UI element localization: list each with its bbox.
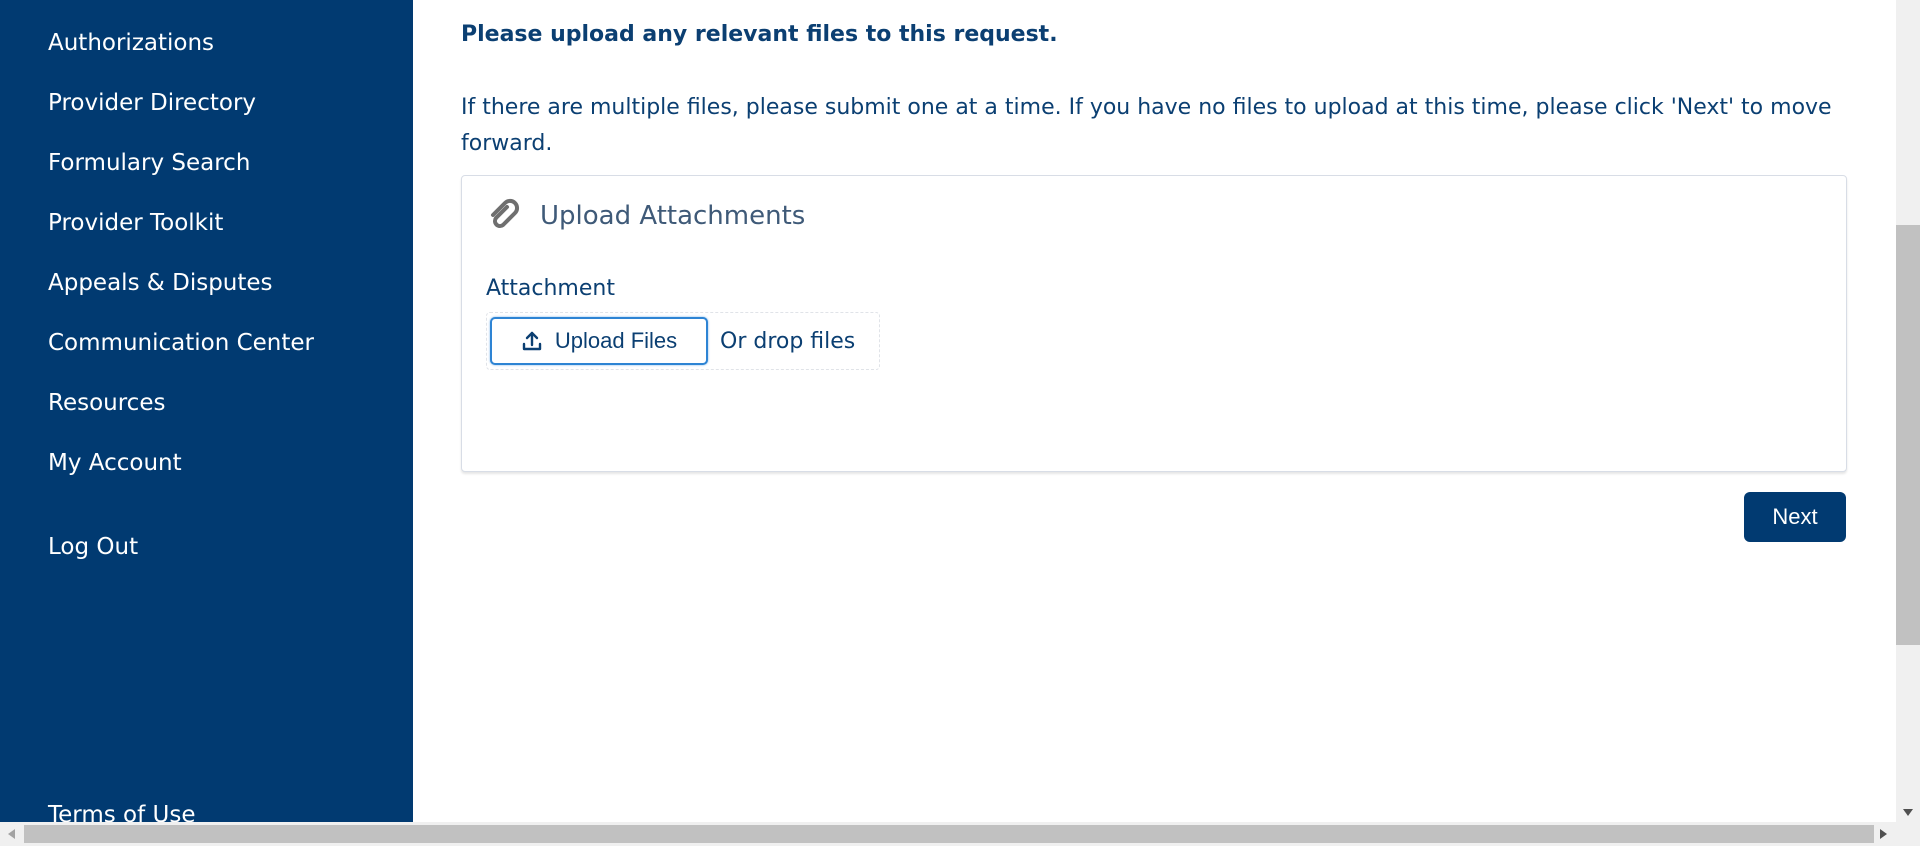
upload-files-button[interactable]: Upload Files: [490, 317, 708, 365]
card-title: Upload Attachments: [540, 201, 806, 231]
main-content: Please upload any relevant files to this…: [413, 0, 1896, 822]
upload-icon: [522, 331, 542, 351]
sidebar-item-communication-center[interactable]: Communication Center: [48, 330, 314, 356]
scroll-right-arrow-icon[interactable]: [1880, 829, 1887, 839]
horizontal-scrollbar-thumb[interactable]: [24, 825, 1874, 843]
attachment-label: Attachment: [486, 276, 615, 301]
sidebar-item-terms-of-use[interactable]: Terms of Use: [48, 802, 196, 822]
sidebar-item-provider-directory[interactable]: Provider Directory: [48, 90, 256, 116]
scroll-down-arrow-icon[interactable]: [1903, 809, 1913, 816]
upload-attachments-card: Upload Attachments Attachment Upload Fil…: [461, 175, 1847, 472]
file-dropzone[interactable]: Upload Files Or drop files: [486, 312, 880, 370]
scroll-left-arrow-icon[interactable]: [8, 829, 15, 839]
sidebar-item-appeals-disputes[interactable]: Appeals & Disputes: [48, 270, 273, 296]
next-button[interactable]: Next: [1744, 492, 1846, 542]
sidebar-item-resources[interactable]: Resources: [48, 390, 165, 416]
instructions-text: If there are multiple files, please subm…: [461, 95, 1832, 156]
sidebar-item-authorizations[interactable]: Authorizations: [48, 30, 214, 56]
page-viewport: Authorizations Provider Directory Formul…: [0, 0, 1896, 822]
sidebar-item-formulary-search[interactable]: Formulary Search: [48, 150, 250, 176]
sidebar: Authorizations Provider Directory Formul…: [0, 0, 413, 822]
vertical-scrollbar[interactable]: [1896, 0, 1920, 822]
paperclip-icon: [491, 198, 520, 228]
horizontal-scrollbar[interactable]: [0, 822, 1920, 846]
sidebar-item-log-out[interactable]: Log Out: [48, 534, 138, 560]
vertical-scrollbar-thumb[interactable]: [1896, 225, 1920, 645]
card-header: Upload Attachments: [486, 196, 805, 236]
sidebar-item-my-account[interactable]: My Account: [48, 450, 182, 476]
page-heading: Please upload any relevant files to this…: [461, 22, 1058, 47]
upload-files-label: Upload Files: [554, 328, 678, 353]
drop-files-label: Or drop files: [720, 328, 856, 354]
sidebar-item-provider-toolkit[interactable]: Provider Toolkit: [48, 210, 223, 236]
